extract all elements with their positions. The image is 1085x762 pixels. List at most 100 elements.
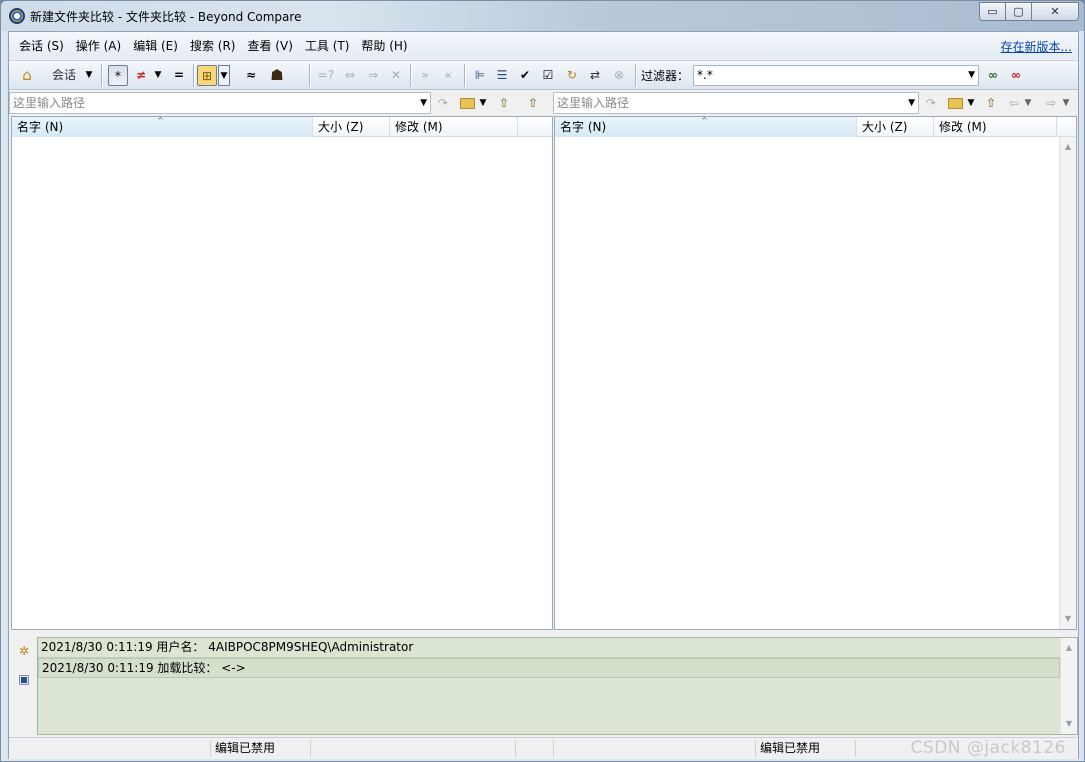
- window-controls: ▭ ▢ ✕: [979, 2, 1079, 21]
- left-path-dropdown-icon[interactable]: ▼: [420, 93, 427, 113]
- left-go-icon[interactable]: ↷: [434, 94, 452, 112]
- filter-input[interactable]: *.* ▼: [693, 65, 979, 86]
- compare-contents-button[interactable]: =?: [315, 65, 337, 86]
- menu-tools[interactable]: 工具 (T): [299, 37, 356, 54]
- minimize-button[interactable]: ▭: [979, 2, 1006, 21]
- back-dropdown-icon[interactable]: ▼: [1023, 94, 1033, 112]
- delete-button[interactable]: ✕: [386, 65, 406, 86]
- title-bar[interactable]: 新建文件夹比较 - 文件夹比较 - Beyond Compare ▭ ▢ ✕: [1, 1, 1084, 31]
- window-title: 新建文件夹比较 - 文件夹比较 - Beyond Compare: [30, 10, 302, 24]
- sync-left-button[interactable]: «: [438, 65, 458, 86]
- toolbar-separator: [193, 64, 194, 87]
- right-edit-status: 编辑已禁用: [756, 740, 856, 757]
- left-browse-dropdown-icon[interactable]: ▼: [477, 94, 489, 112]
- filter-dropdown-icon[interactable]: ▼: [968, 66, 975, 85]
- log-entry: 2021/8/30 0:11:19 加载比较： <->: [38, 658, 1060, 678]
- select-check-button[interactable]: ✔: [515, 65, 535, 86]
- menu-edit[interactable]: 编辑 (E): [127, 37, 184, 54]
- path-bar: 这里输入路径 ▼ ↷ ▼ ⇧ ⇧ 这里输入路径 ▼ ↷ ▼ ⇧ ⇦ ▼ ⇨ ▼: [9, 91, 1078, 116]
- copy-to-other-side-button[interactable]: ⇔: [340, 65, 360, 86]
- session-button[interactable]: 会话: [49, 65, 79, 86]
- home-icon[interactable]: ⌂: [17, 65, 37, 86]
- status-bar: 编辑已禁用 编辑已禁用 CSDN @jack8126: [9, 737, 1078, 759]
- menu-view[interactable]: 查看 (V): [241, 37, 298, 54]
- menu-help[interactable]: 帮助 (H): [355, 37, 413, 54]
- filter-label: 过滤器：: [641, 69, 690, 83]
- log-scrollbar[interactable]: ▲ ▼: [1060, 638, 1077, 734]
- structure-dropdown-icon[interactable]: ▼: [218, 65, 230, 86]
- menu-search[interactable]: 搜索 (R): [184, 37, 242, 54]
- left-column-size[interactable]: 大小 (Z): [313, 117, 390, 137]
- left-path-input[interactable]: 这里输入路径 ▼: [9, 92, 431, 114]
- scroll-up-icon[interactable]: ▲: [1061, 640, 1077, 656]
- left-column-header: 名字 (N) ^ 大小 (Z) 修改 (M): [12, 116, 552, 137]
- maximize-button[interactable]: ▢: [1006, 2, 1032, 21]
- log-save-icon[interactable]: ▣: [16, 671, 32, 687]
- toolbar-separator: [410, 64, 411, 87]
- status-cell: [311, 740, 516, 757]
- forward-arrow-icon[interactable]: ⇨: [1043, 94, 1059, 112]
- scroll-down-icon[interactable]: ▼: [1060, 611, 1076, 627]
- left-column-modified[interactable]: 修改 (M): [390, 117, 518, 137]
- copy-button[interactable]: ⇒: [363, 65, 383, 86]
- right-browse-folder-icon[interactable]: [946, 94, 964, 112]
- menu-bar: 会话 (S) 操作 (A) 编辑 (E) 搜索 (R) 查看 (V) 工具 (T…: [9, 32, 1078, 59]
- right-browse-dropdown-icon[interactable]: ▼: [965, 94, 977, 112]
- left-edit-status: 编辑已禁用: [211, 740, 311, 757]
- filter-value: *.*: [697, 68, 713, 82]
- differences-dropdown-icon[interactable]: ▼: [153, 65, 163, 86]
- app-window: 新建文件夹比较 - 文件夹比较 - Beyond Compare ▭ ▢ ✕ 会…: [0, 0, 1085, 762]
- right-folder-pane[interactable]: 名字 (N) ^ 大小 (Z) 修改 (M) ▲ ▼: [554, 116, 1077, 630]
- left-parent-folder-icon[interactable]: ⇧: [495, 94, 513, 112]
- toolbar-separator: [101, 64, 102, 87]
- both-parent-folder-icon[interactable]: ⇧: [524, 94, 542, 112]
- right-column-size[interactable]: 大小 (Z): [857, 117, 934, 137]
- scroll-down-icon[interactable]: ▼: [1061, 716, 1077, 732]
- close-button[interactable]: ✕: [1032, 2, 1079, 21]
- peek-off-glasses-icon[interactable]: ∞: [1006, 65, 1026, 86]
- menu-actions[interactable]: 操作 (A): [70, 37, 127, 54]
- toolbar-separator: [309, 64, 310, 87]
- left-column-name[interactable]: 名字 (N) ^: [12, 116, 313, 137]
- peek-glasses-icon[interactable]: ∞: [983, 65, 1003, 86]
- right-path-dropdown-icon[interactable]: ▼: [908, 93, 915, 113]
- show-structure-button[interactable]: ⊞: [197, 65, 217, 86]
- right-parent-folder-icon[interactable]: ⇧: [982, 94, 1000, 112]
- right-path-input[interactable]: 这里输入路径 ▼: [553, 92, 919, 114]
- show-all-button[interactable]: *: [108, 65, 128, 86]
- output-log[interactable]: 2021/8/30 0:11:19 用户名： 4AIBPOC8PM9SHEQ\A…: [37, 637, 1078, 735]
- refresh-icon[interactable]: ↻: [562, 65, 582, 86]
- log-options-gear-icon[interactable]: ✲: [16, 643, 32, 659]
- right-path-placeholder: 这里输入路径: [557, 96, 630, 110]
- right-column-name[interactable]: 名字 (N) ^: [555, 116, 857, 137]
- status-cell: [554, 740, 756, 757]
- right-column-header: 名字 (N) ^ 大小 (Z) 修改 (M): [555, 116, 1076, 137]
- watermark: CSDN @jack8126: [910, 738, 1066, 758]
- back-arrow-icon[interactable]: ⇦: [1006, 94, 1022, 112]
- show-same-button[interactable]: =: [169, 65, 189, 86]
- right-pane-scrollbar[interactable]: ▲ ▼: [1059, 137, 1076, 629]
- show-differences-button[interactable]: ≠: [131, 65, 151, 86]
- toolbar: ⌂ 会话 ▼ * ≠ ▼ = ⊞ ▼ ≈ ☗ =? ⇔ ⇒ ✕ » « ⊫ ☰ …: [9, 60, 1078, 90]
- menu-session[interactable]: 会话 (S): [13, 37, 70, 54]
- collapse-tree-button[interactable]: ☰: [492, 65, 512, 86]
- rules-person-icon[interactable]: ☗: [267, 65, 287, 86]
- sort-ascending-icon: ^: [701, 116, 708, 125]
- scroll-up-icon[interactable]: ▲: [1060, 139, 1076, 155]
- sync-right-button[interactable]: »: [415, 65, 435, 86]
- sort-ascending-icon: ^: [157, 116, 164, 125]
- minor-differences-button[interactable]: ≈: [241, 65, 261, 86]
- forward-dropdown-icon[interactable]: ▼: [1061, 94, 1071, 112]
- session-dropdown-icon[interactable]: ▼: [83, 65, 95, 86]
- expand-tree-button[interactable]: ⊫: [470, 65, 490, 86]
- swap-sides-icon[interactable]: ⇄: [585, 65, 605, 86]
- left-column-name-label: 名字 (N): [17, 120, 64, 134]
- right-column-name-label: 名字 (N): [560, 120, 607, 134]
- select-all-check-button[interactable]: ☑: [538, 65, 558, 86]
- left-browse-folder-icon[interactable]: [458, 94, 476, 112]
- stop-icon[interactable]: ⊗: [609, 65, 629, 86]
- right-column-modified[interactable]: 修改 (M): [934, 117, 1057, 137]
- left-folder-pane[interactable]: 名字 (N) ^ 大小 (Z) 修改 (M): [11, 116, 553, 630]
- right-go-icon[interactable]: ↷: [922, 94, 940, 112]
- new-version-link[interactable]: 存在新版本...: [1001, 38, 1072, 55]
